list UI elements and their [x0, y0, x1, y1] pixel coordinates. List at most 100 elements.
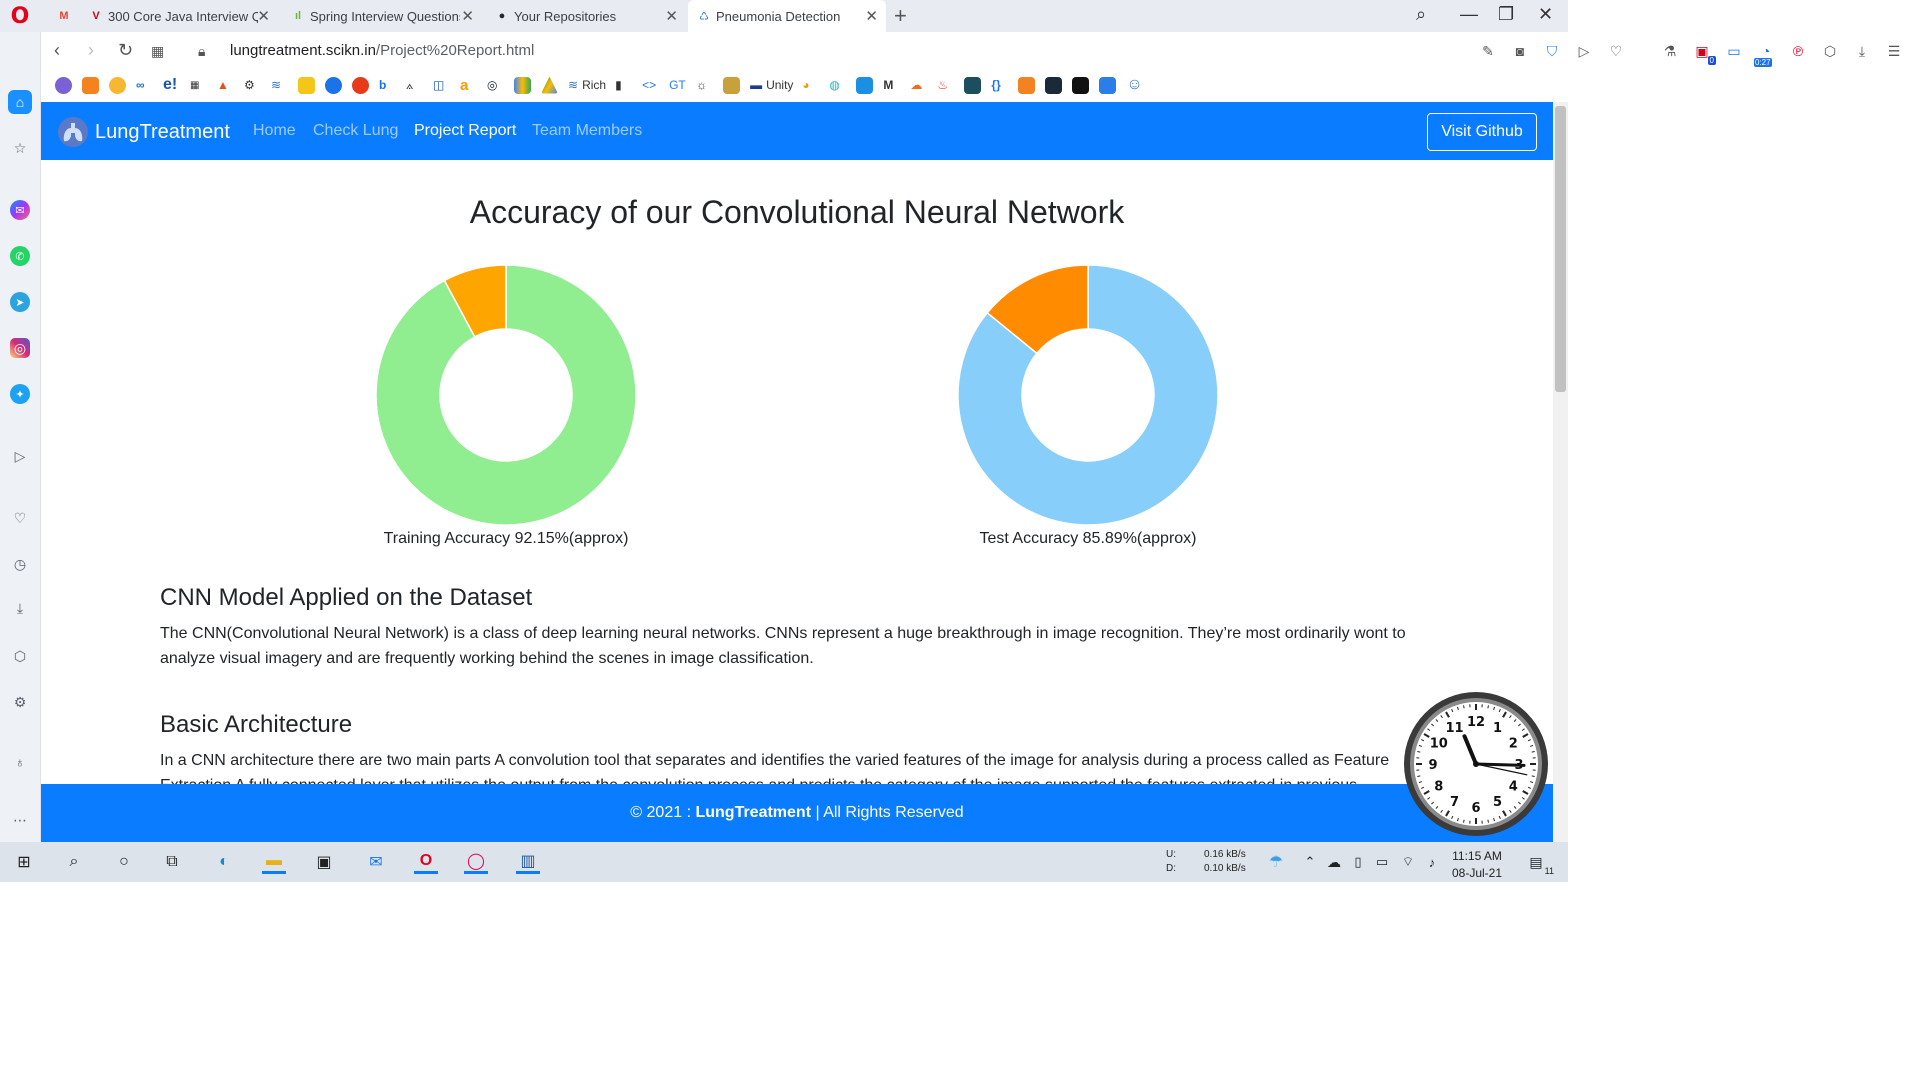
bookmark-36[interactable]: [1045, 76, 1063, 94]
visit-github-button[interactable]: Visit Github: [1427, 113, 1537, 151]
whatsapp-icon[interactable]: ✆: [10, 246, 30, 266]
opera-menu-icon[interactable]: O: [9, 6, 31, 28]
shield-icon[interactable]: ⛉: [1542, 41, 1562, 61]
pinterest-icon[interactable]: ℗: [1788, 41, 1808, 61]
bookmark-2[interactable]: [82, 76, 100, 94]
tab-java-interview[interactable]: V 300 Core Java Interview Qu ✕: [80, 0, 278, 32]
new-tab-icon[interactable]: +: [894, 3, 907, 29]
bookmark-8[interactable]: ⚙: [244, 76, 262, 94]
bookmark-rich[interactable]: ≋ Rich: [568, 76, 606, 94]
weather-icon[interactable]: ☂: [1264, 850, 1288, 874]
device-icon[interactable]: ▯: [1346, 850, 1370, 874]
bookmark-30[interactable]: M: [883, 76, 901, 94]
search-tabs-icon[interactable]: ⌕: [1416, 4, 1426, 25]
bookmark-17[interactable]: ◎: [487, 76, 505, 94]
bookmark-33[interactable]: [964, 76, 982, 94]
bookmark-29[interactable]: [856, 76, 874, 94]
instagram-icon[interactable]: ◎: [10, 338, 30, 358]
tab-spring-interview[interactable]: ıl Spring Interview Questions ✕: [282, 0, 482, 32]
bookmark-24[interactable]: ☼: [696, 76, 714, 94]
telegram-icon[interactable]: ➤: [10, 292, 30, 312]
screen-icon[interactable]: ▭: [1724, 41, 1744, 61]
taskbar-clock[interactable]: 11:15 AM 08-Jul-21: [1452, 848, 1502, 882]
battery-icon[interactable]: ▭: [1370, 850, 1394, 874]
close-window-icon[interactable]: ✕: [1538, 4, 1553, 25]
onedrive-icon[interactable]: ☁: [1322, 850, 1346, 874]
more-icon[interactable]: ⋯: [10, 810, 30, 830]
nav-home[interactable]: Home: [253, 122, 296, 140]
settings-icon[interactable]: ⚙: [10, 692, 30, 712]
cortana-icon[interactable]: ○: [112, 850, 136, 874]
bookmark-unity[interactable]: ▬ Unity: [750, 76, 793, 94]
opera-gx-icon[interactable]: ◯: [464, 850, 488, 874]
bookmark-38[interactable]: [1099, 76, 1117, 94]
reload-icon[interactable]: ↻: [118, 40, 133, 61]
file-explorer-icon[interactable]: ▬: [262, 850, 286, 874]
lock-icon[interactable]: 🔒︎: [198, 43, 205, 60]
bookmark-21[interactable]: ▮: [615, 76, 633, 94]
bookmark-19[interactable]: [541, 76, 559, 94]
bookmark-7[interactable]: ▲: [217, 76, 235, 94]
page-scrollbar[interactable]: [1553, 102, 1568, 842]
lightbulb-icon[interactable]: ♁: [10, 752, 30, 772]
twitter-icon[interactable]: ✦: [10, 384, 30, 404]
menu-icon[interactable]: ☰: [1884, 41, 1904, 61]
bookmark-3[interactable]: [109, 76, 127, 94]
close-tab-icon[interactable]: ✕: [461, 7, 474, 25]
back-icon[interactable]: ‹: [54, 40, 60, 61]
site-brand[interactable]: LungTreatment: [57, 116, 230, 148]
bookmark-32[interactable]: ♨: [937, 76, 955, 94]
bookmark-15[interactable]: ◫: [433, 76, 451, 94]
nav-project-report[interactable]: Project Report: [414, 122, 516, 140]
url-field[interactable]: lungtreatment.scikn.in/Project%20Report.…: [230, 42, 534, 59]
camera-icon[interactable]: ◙: [1510, 41, 1530, 61]
bookmark-1[interactable]: [55, 76, 73, 94]
bookmark-10[interactable]: [298, 76, 316, 94]
start-icon[interactable]: ⊞: [12, 850, 36, 874]
cube-icon[interactable]: ⬡: [1820, 41, 1840, 61]
bookmark-6[interactable]: ▦: [190, 76, 208, 94]
speed-dial-icon[interactable]: ▦: [151, 43, 164, 60]
tab-repositories[interactable]: ● Your Repositories ✕: [486, 0, 686, 32]
minimize-icon[interactable]: —: [1460, 4, 1478, 25]
bookmark-5[interactable]: e!: [163, 76, 181, 94]
player-icon[interactable]: ▷: [10, 446, 30, 466]
bookmark-31[interactable]: ☁: [910, 76, 928, 94]
restore-icon[interactable]: ❐: [1498, 4, 1514, 25]
show-hidden-icons[interactable]: ⌃: [1298, 850, 1322, 874]
wifi-icon[interactable]: ⌔: [1396, 850, 1420, 874]
notifications-icon[interactable]: ▤ 11: [1524, 850, 1554, 877]
timer-icon[interactable]: ◔ 0:27: [1754, 41, 1776, 67]
bookmark-35[interactable]: [1018, 76, 1036, 94]
forward-icon[interactable]: ›: [88, 40, 94, 61]
bookmark-22[interactable]: <>: [642, 76, 660, 94]
tab-gmail[interactable]: M: [48, 0, 76, 32]
bookmark-27[interactable]: ◕: [802, 76, 820, 94]
edit-icon[interactable]: ✎: [1478, 41, 1498, 61]
close-tab-icon[interactable]: ✕: [665, 7, 678, 25]
word-icon[interactable]: ▥: [516, 850, 540, 874]
mail-icon[interactable]: ✉: [364, 850, 388, 874]
star-icon[interactable]: ☆: [10, 138, 30, 158]
heart-icon[interactable]: ♡: [1606, 41, 1626, 61]
edge-icon[interactable]: ◐: [212, 850, 236, 874]
bookmark-4[interactable]: ∞: [136, 76, 154, 94]
nav-team-members[interactable]: Team Members: [532, 122, 642, 140]
heart-icon[interactable]: ♡: [10, 508, 30, 528]
bookmark-37[interactable]: [1072, 76, 1090, 94]
bookmark-12[interactable]: [352, 76, 370, 94]
bookmark-14[interactable]: ⟑: [406, 76, 424, 94]
search-icon[interactable]: ⌕: [62, 850, 86, 874]
home-icon[interactable]: ⌂: [8, 90, 32, 114]
scrollbar-thumb[interactable]: [1555, 106, 1566, 392]
close-tab-icon[interactable]: ✕: [865, 7, 878, 25]
bookmark-28[interactable]: ◍: [829, 76, 847, 94]
messenger-icon[interactable]: ✉: [10, 200, 30, 220]
download-icon[interactable]: ⤓: [1852, 41, 1872, 61]
volume-icon[interactable]: ♪: [1420, 850, 1444, 874]
bookmark-23[interactable]: GT: [669, 76, 687, 94]
nav-check-lung[interactable]: Check Lung: [313, 122, 398, 140]
task-view-icon[interactable]: ⧉: [160, 850, 184, 874]
store-icon[interactable]: ▣: [312, 850, 336, 874]
bookmark-18[interactable]: [514, 76, 532, 94]
